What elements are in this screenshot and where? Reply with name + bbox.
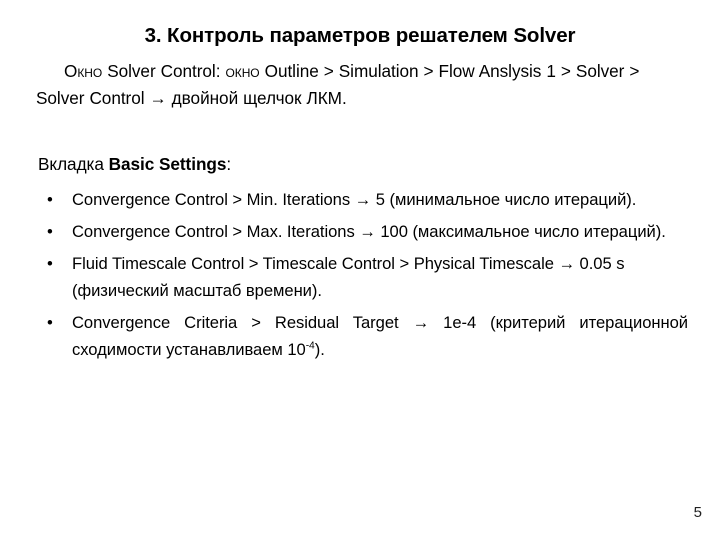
list-item-text-lead: Convergence Criteria > Residual Target →… [72,313,688,359]
list-item-text: Convergence Control > Min. Iterations → … [72,190,637,209]
section-label-prefix: Вкладка [38,154,109,174]
bullet-icon: • [47,190,53,209]
intro-after-lead: Solver Control: [102,61,226,81]
settings-bullet-list: • Convergence Control > Min. Iterations … [38,186,688,368]
exponent-superscript: -4 [305,340,315,352]
list-item: • Convergence Control > Min. Iterations … [38,186,688,213]
intro-lead-word-rest: кно [77,61,103,81]
list-item: • Convergence Criteria > Residual Target… [38,309,688,363]
section-label: Вкладка Basic Settings: [38,152,231,176]
list-item-text-trail: ). [314,340,325,359]
section-label-emphasis: Basic Settings [108,154,227,174]
list-item-text: Fluid Timescale Control > Timescale Cont… [72,254,625,300]
list-item-text: Convergence Control > Max. Iterations → … [72,222,666,241]
presentation-slide: 3. Контроль параметров решателем Solver … [0,0,720,540]
intro-second-word-rest: кно [234,61,260,81]
bullet-icon: • [47,313,53,332]
page-number: 5 [693,504,702,521]
intro-lead-word: О [64,61,78,81]
list-item: • Convergence Control > Max. Iterations … [38,218,688,245]
intro-paragraph: Окно Solver Control: окно Outline > Simu… [36,58,688,112]
intro-paragraph-block: Окно Solver Control: окно Outline > Simu… [36,58,688,112]
bullet-icon: • [47,254,53,273]
slide-title: 3. Контроль параметров решателем Solver [144,24,576,47]
intro-second-word: о [225,61,235,81]
bullet-icon: • [47,222,53,241]
section-label-suffix: : [226,154,232,174]
list-item: • Fluid Timescale Control > Timescale Co… [38,250,688,304]
